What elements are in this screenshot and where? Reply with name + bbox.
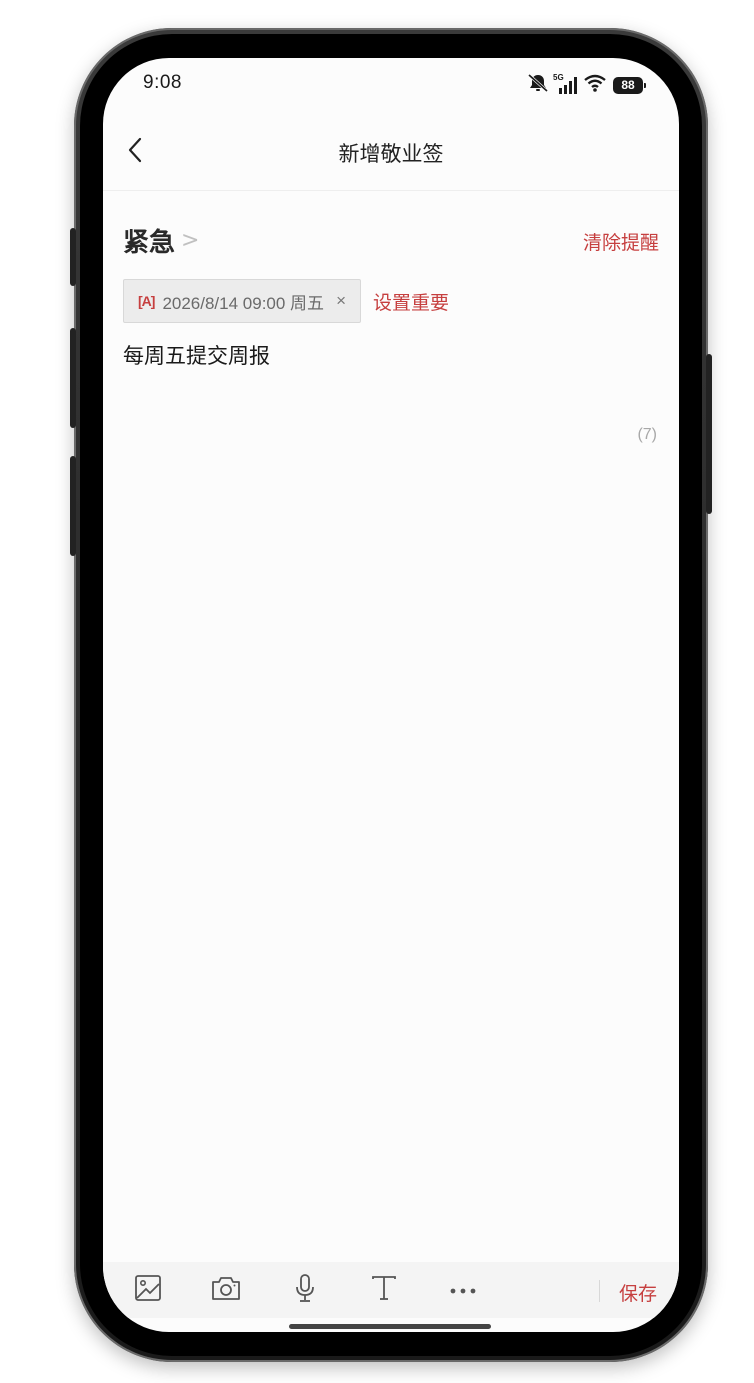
app-screen: 9:08 5G 88 新增敬业签 紧急 > 清除提醒 [A] 2026/8/14… [103,58,679,1332]
save-button[interactable]: 保存 [619,1279,657,1306]
side-button-left-2 [70,328,76,428]
nav-bar: 新增敬业签 [103,114,679,191]
microphone-icon [291,1272,319,1308]
chevron-right-icon: > [181,228,200,253]
reminder-datetime: 2026/8/14 09:00 周五 [162,293,325,313]
status-icons: 5G 88 [527,73,646,97]
status-time: 9:08 [143,72,182,93]
more-icon [448,1281,478,1300]
status-bar: 9:08 5G 88 [103,58,679,114]
side-button-right [706,354,712,514]
reminder-chip[interactable]: [A] 2026/8/14 09:00 周五 × [123,279,361,323]
camera-button[interactable] [210,1274,242,1306]
char-count: (7) [637,426,657,443]
clear-reminder-button[interactable]: 清除提醒 [583,228,659,255]
camera-icon [210,1273,242,1307]
network-type-label: 5G [553,73,564,82]
note-content-input[interactable]: 每周五提交周报 [123,340,659,370]
priority-selector[interactable]: 紧急 > [123,222,199,259]
bell-mute-icon [527,73,549,97]
priority-row: 紧急 > 清除提醒 [123,218,659,258]
image-button[interactable] [132,1274,164,1306]
side-button-left-1 [70,228,76,286]
page-title: 新增敬业签 [338,142,444,166]
priority-label: 紧急 [123,228,176,258]
ai-reminder-icon: [A] [138,293,155,309]
signal-icon: 5G [553,73,577,95]
text-format-button[interactable] [368,1274,400,1306]
text-format-icon [369,1273,399,1307]
wifi-icon [583,73,607,97]
image-icon [133,1273,163,1307]
voice-button[interactable] [289,1274,321,1306]
reminder-row: [A] 2026/8/14 09:00 周五 × 设置重要 [123,278,449,324]
set-important-button[interactable]: 设置重要 [373,288,449,315]
bottom-toolbar: 保存 [103,1262,679,1318]
toolbar-divider [599,1280,600,1302]
side-button-left-3 [70,456,76,556]
home-indicator[interactable] [289,1324,491,1329]
battery-icon: 88 [613,76,646,94]
more-button[interactable] [447,1274,479,1306]
close-icon[interactable]: × [336,291,346,311]
